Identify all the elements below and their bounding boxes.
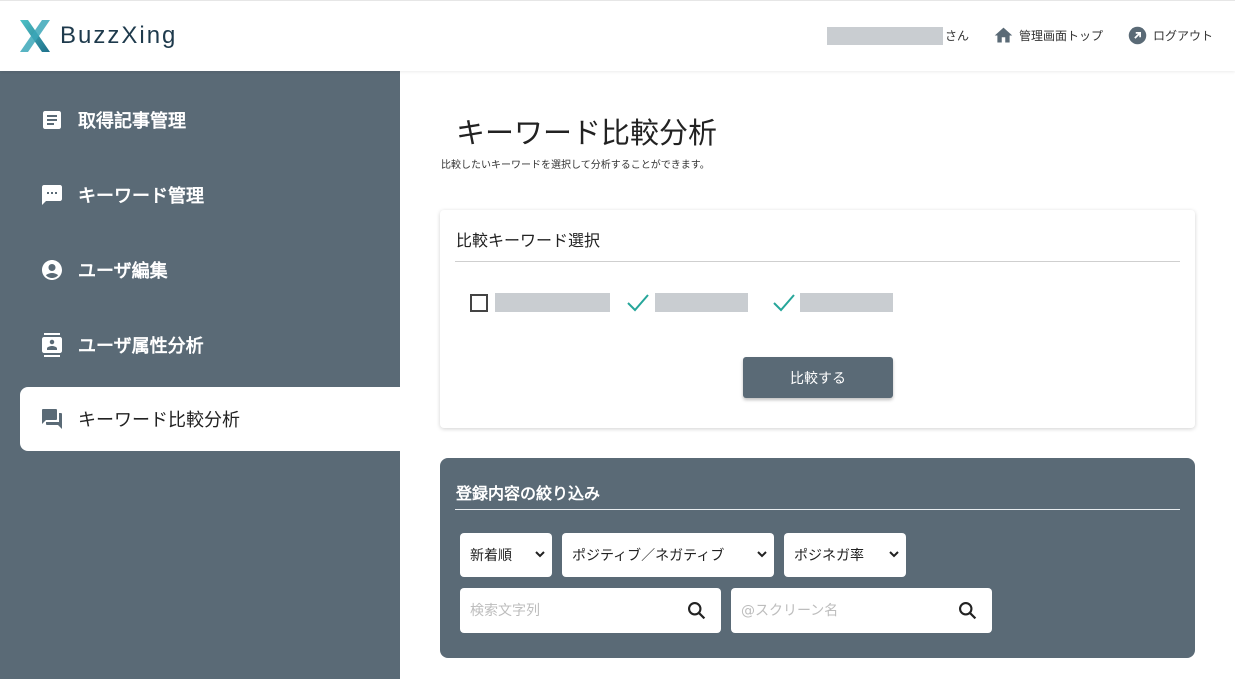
sidebar-item-label: ユーザ属性分析 <box>78 336 204 357</box>
keyword-select-card: 比較キーワード選択 比較する <box>440 210 1195 428</box>
keyword-label-redacted <box>800 293 893 312</box>
logout-label: ログアウト <box>1152 29 1213 43</box>
sidebar-item-user-edit[interactable]: ユーザ編集 <box>20 238 400 302</box>
check-icon[interactable] <box>772 292 796 314</box>
ratio-select[interactable]: ポジネガ率 <box>784 533 906 577</box>
keyword-option[interactable] <box>626 293 748 312</box>
user-name-redacted <box>826 26 943 45</box>
logo-x-icon <box>20 20 50 52</box>
sidebar-item-label: ユーザ編集 <box>78 261 168 282</box>
checkbox-unchecked-icon[interactable] <box>470 293 488 312</box>
logout-arrow-icon <box>1128 26 1147 45</box>
chevron-down-icon <box>757 551 767 558</box>
filter-panel: 登録内容の絞り込み 新着順 ポジティブ／ネガティブ ポジネガ率 <box>440 458 1195 658</box>
sidebar: 取得記事管理 キーワード管理 ユーザ編集 ユーザ属性分析 キーワード比較分析 <box>0 71 400 679</box>
top-header: BuzzXing さん 管理画面トップ ログアウト <box>0 0 1235 71</box>
contact-card-icon <box>40 333 64 357</box>
divider <box>455 509 1180 510</box>
search-icon[interactable] <box>957 600 978 621</box>
sidebar-item-keyword-compare[interactable]: キーワード比較分析 <box>20 387 400 451</box>
account-circle-icon <box>40 258 64 282</box>
keyword-option[interactable] <box>470 293 610 312</box>
ratio-select-value: ポジネガ率 <box>794 548 864 564</box>
keyword-option[interactable] <box>772 293 893 312</box>
admin-top-label: 管理画面トップ <box>1018 29 1103 43</box>
compare-button[interactable]: 比較する <box>743 357 893 398</box>
logo-text: BuzzXing <box>60 22 178 49</box>
sort-select-value: 新着順 <box>470 548 512 564</box>
screen-name-field <box>731 588 992 633</box>
chevron-down-icon <box>535 551 545 558</box>
sentiment-select-value: ポジティブ／ネガティブ <box>572 548 725 564</box>
sentiment-select[interactable]: ポジティブ／ネガティブ <box>562 533 774 577</box>
chat-bubble-icon <box>40 183 64 207</box>
logout-link[interactable]: ログアウト <box>1127 25 1213 46</box>
card-title: 比較キーワード選択 <box>456 231 601 250</box>
sidebar-item-label: キーワード管理 <box>78 186 204 207</box>
check-icon[interactable] <box>626 292 650 314</box>
search-input[interactable] <box>470 600 660 622</box>
divider <box>455 261 1180 262</box>
search-field <box>460 588 721 633</box>
sidebar-item-user-attributes[interactable]: ユーザ属性分析 <box>20 313 400 377</box>
sidebar-item-label: 取得記事管理 <box>78 111 186 132</box>
keyword-label-redacted <box>495 293 610 312</box>
filter-title: 登録内容の絞り込み <box>456 484 601 503</box>
page-subtitle: 比較したいキーワードを選択して分析することができます。 <box>441 160 710 171</box>
sidebar-item-keywords[interactable]: キーワード管理 <box>20 163 400 227</box>
screen-name-input[interactable] <box>741 600 931 622</box>
article-icon <box>40 108 64 132</box>
forum-icon <box>40 407 64 431</box>
sort-select[interactable]: 新着順 <box>460 533 552 577</box>
logo[interactable]: BuzzXing <box>19 19 177 53</box>
sidebar-item-articles[interactable]: 取得記事管理 <box>20 88 400 152</box>
chevron-down-icon <box>889 551 899 558</box>
page-title: キーワード比較分析 <box>456 116 718 150</box>
user-suffix: さん <box>944 29 969 43</box>
search-icon[interactable] <box>686 600 707 621</box>
keyword-label-redacted <box>655 293 748 312</box>
sidebar-item-label: キーワード比較分析 <box>78 410 240 431</box>
admin-top-link[interactable]: 管理画面トップ <box>993 25 1103 46</box>
home-icon <box>994 27 1013 43</box>
